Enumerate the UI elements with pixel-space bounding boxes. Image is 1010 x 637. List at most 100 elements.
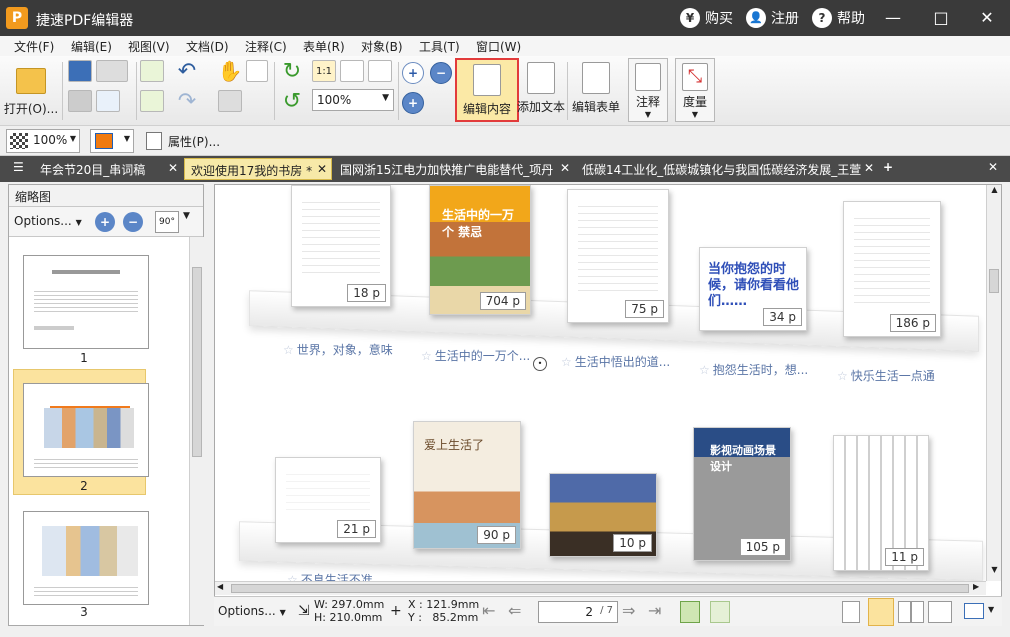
zoom-in-tool-icon[interactable]: +	[402, 62, 424, 84]
book-card[interactable]: 生活中的一万个 禁忌 704 p	[429, 185, 531, 315]
menu-form[interactable]: 表单(R)	[303, 38, 345, 55]
menu-object[interactable]: 对象(B)	[361, 38, 403, 55]
menu-window[interactable]: 窗口(W)	[476, 38, 521, 55]
two-page-view-icon[interactable]	[898, 601, 924, 623]
scroll-right-icon[interactable]: ▶	[973, 582, 979, 591]
open-button[interactable]: 打开(O)...	[4, 58, 58, 122]
scroll-down-icon[interactable]: ▼	[987, 565, 1001, 579]
grid-view-icon[interactable]	[928, 601, 952, 623]
tab-doc-4[interactable]: 低碳14工业化_低碳城镇化与我国低碳经济发展_王萱 ✕	[576, 158, 878, 180]
redo-icon[interactable]: ↷	[170, 89, 204, 114]
book-caption[interactable]: ☆ 生活中的一万个...	[421, 347, 530, 364]
menu-annotation[interactable]: 注释(C)	[245, 38, 287, 55]
status-options-button[interactable]: Options... ▼	[218, 604, 286, 618]
page-thumbnail-2[interactable]	[23, 383, 149, 477]
hand-tool-icon[interactable]: ✋	[218, 58, 243, 84]
book-card[interactable]: 当你抱怨的时候，请你看看他们…… 34 p	[699, 247, 807, 331]
thumb-zoom-in-icon[interactable]: +	[95, 212, 115, 232]
fit-page-icon[interactable]	[340, 60, 364, 82]
scrollbar-thumb[interactable]	[231, 584, 969, 593]
menu-view[interactable]: 视图(V)	[128, 38, 170, 55]
tab-doc-3[interactable]: 国网浙15江电力加快推广电能替代_项丹 ✕	[334, 158, 574, 180]
menu-edit[interactable]: 编辑(E)	[71, 38, 112, 55]
book-card[interactable]: 21 p	[275, 457, 381, 543]
close-icon[interactable]: ✕	[864, 161, 874, 175]
book-card[interactable]: 75 p	[567, 189, 669, 323]
menu-tools[interactable]: 工具(T)	[419, 38, 460, 55]
zoom-out-icon[interactable]: −	[430, 62, 452, 84]
buy-link[interactable]: ¥ 购买	[680, 7, 733, 29]
snapshot-icon[interactable]	[218, 90, 242, 112]
actual-size-icon[interactable]: 1:1	[312, 60, 336, 82]
rotate-ccw-icon[interactable]: ↺	[280, 89, 304, 114]
book-caption[interactable]: ☆ 抱怨生活时，想...	[699, 361, 808, 378]
book-card[interactable]: 186 p	[843, 201, 941, 337]
scroll-up-icon[interactable]: ▲	[987, 185, 1001, 199]
prev-page-icon[interactable]: ⇐	[508, 601, 521, 620]
menu-file[interactable]: 文件(F)	[14, 38, 54, 55]
tab-doc-1[interactable]: 年会节20目_串词稿 ✕	[34, 158, 182, 180]
edit-content-button[interactable]: 编辑内容	[455, 58, 519, 122]
zoom-select[interactable]: 100% ▼	[312, 89, 394, 111]
viewer-horizontal-scrollbar[interactable]: ◀ ▶	[215, 581, 986, 595]
close-icon[interactable]: ✕	[317, 162, 327, 176]
properties-button[interactable]: 属性(P)...	[146, 130, 220, 152]
book-card[interactable]: 10 p	[549, 473, 657, 557]
book-card[interactable]: 影视动画场景设计 105 p	[693, 427, 791, 561]
viewer-vertical-scrollbar[interactable]: ▲ ▼	[986, 185, 1001, 581]
fit-width-icon[interactable]	[368, 60, 392, 82]
chevron-down-icon[interactable]: ▼	[988, 605, 994, 614]
book-caption[interactable]: ☆ 生活中悟出的道...	[561, 353, 670, 370]
single-page-view-icon[interactable]	[842, 601, 860, 623]
close-icon[interactable]: ✕	[168, 161, 178, 175]
last-page-icon[interactable]: ⇥	[648, 601, 661, 620]
book-caption[interactable]: ☆ 快乐生活一点通	[837, 367, 935, 384]
book-card[interactable]: 18 p	[291, 185, 391, 307]
rotate-cw-icon[interactable]: ↻	[280, 59, 304, 84]
color-select[interactable]: ▼	[90, 129, 134, 153]
thumbnail-scrollbar[interactable]	[189, 237, 204, 625]
scrollbar-thumb[interactable]	[989, 269, 999, 293]
add-text-button[interactable]: 添加文本	[517, 58, 565, 122]
chevron-down-icon[interactable]: ▼	[183, 211, 190, 221]
fullscreen-icon[interactable]	[964, 603, 984, 619]
go-forward-icon[interactable]	[710, 601, 730, 623]
close-icon[interactable]: ✕	[560, 161, 570, 175]
minimize-button[interactable]: —	[880, 6, 906, 30]
new-tab-button[interactable]: +	[880, 158, 898, 180]
register-link[interactable]: 👤 注册	[746, 7, 799, 29]
maximize-button[interactable]: □	[928, 6, 954, 30]
menu-document[interactable]: 文档(D)	[186, 38, 229, 55]
thumb-zoom-out-icon[interactable]: −	[123, 212, 143, 232]
import-icon[interactable]	[140, 60, 164, 82]
email-icon[interactable]	[96, 90, 120, 112]
book-card[interactable]: 爱上生活了 90 p	[413, 421, 521, 549]
page-thumbnail-1[interactable]	[23, 255, 149, 349]
measure-button[interactable]: ⤡ 度量 ▼	[675, 58, 715, 122]
save-icon[interactable]	[68, 60, 92, 82]
continuous-view-icon[interactable]	[868, 598, 894, 626]
book-card[interactable]: 11 p	[833, 435, 929, 571]
go-back-icon[interactable]	[680, 601, 700, 623]
print-setup-icon[interactable]	[96, 60, 128, 82]
scrollbar-thumb[interactable]	[192, 267, 202, 457]
close-button[interactable]: ✕	[974, 6, 1000, 30]
close-all-tabs-icon[interactable]: ✕	[984, 158, 1004, 180]
zoom-select-secondary[interactable]: 100% ▼	[6, 129, 80, 153]
thumb-options-button[interactable]: Options... ▼	[14, 214, 82, 228]
tab-list-icon[interactable]: ☰	[8, 158, 34, 180]
zoom-in-icon[interactable]: +	[402, 92, 424, 114]
first-page-icon[interactable]: ⇤	[482, 601, 495, 620]
help-link[interactable]: ? 帮助	[812, 7, 865, 29]
edit-form-button[interactable]: 编辑表单	[572, 58, 620, 122]
book-caption[interactable]: ☆ 世界，对象，意味	[283, 341, 393, 358]
tab-doc-2[interactable]: 欢迎使用17我的书房 * ✕	[184, 158, 332, 180]
thumb-rotate-button[interactable]: 90°	[155, 211, 179, 233]
page-thumbnail-3[interactable]	[23, 511, 149, 605]
annotate-button[interactable]: 注释 ▼	[628, 58, 668, 122]
select-text-icon[interactable]	[246, 60, 268, 82]
next-page-icon[interactable]: ⇒	[622, 601, 635, 620]
print-icon[interactable]	[68, 90, 92, 112]
undo-icon[interactable]: ↶	[170, 59, 204, 84]
export-icon[interactable]	[140, 90, 164, 112]
